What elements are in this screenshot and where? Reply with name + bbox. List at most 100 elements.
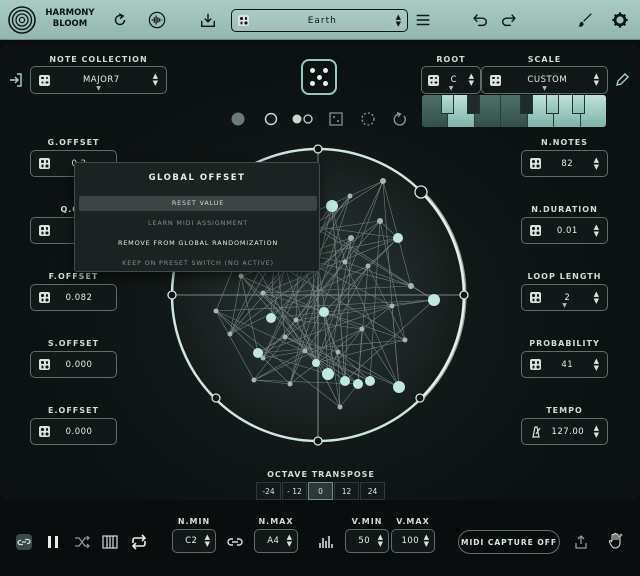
n-max-value: A4 [267, 536, 280, 546]
right-control-value: 2 [564, 292, 571, 303]
right-control-label: N.DURATION [531, 205, 598, 214]
note-dot [227, 331, 233, 337]
octave-option-button[interactable]: 0 [308, 482, 333, 500]
note-dot [326, 200, 338, 212]
upload-icon [575, 535, 587, 549]
up-down-arrows-icon[interactable]: ▲ ▼ [378, 534, 383, 548]
shuffle-button[interactable] [72, 532, 92, 552]
up-down-arrows-icon[interactable]: ▲ ▼ [287, 534, 292, 548]
dice-icon[interactable] [39, 426, 50, 437]
right-control-label: LOOP LENGTH [527, 272, 602, 281]
octave-option-button[interactable]: - 12 [282, 482, 307, 500]
right-control-value: 127.00 [551, 426, 585, 437]
note-dot [365, 263, 371, 269]
left-control-label: G.OFFSET [47, 138, 100, 147]
link-range-button[interactable] [225, 532, 245, 552]
note-dot [238, 273, 244, 279]
left-control-value: 0.082 [65, 292, 93, 303]
v-min-selector[interactable]: 50 ▲ ▼ [345, 529, 389, 553]
right-control-value: 82 [561, 158, 574, 169]
repeat-icon [131, 534, 147, 550]
menu-item-remove-randomization[interactable]: REMOVE FROM GLOBAL RANDOMIZATION [79, 236, 317, 251]
v-min-value: 50 [358, 536, 371, 546]
dice-icon[interactable] [530, 359, 541, 370]
pause-button[interactable] [43, 532, 63, 552]
note-dot [393, 381, 405, 393]
up-down-arrows-icon[interactable]: ▲ ▼ [594, 156, 599, 171]
right-control-field[interactable]: 2 ▲ ▼ ▼ [521, 284, 608, 311]
link-icon [16, 534, 32, 550]
loop-button[interactable] [128, 532, 150, 552]
dice-icon[interactable] [39, 225, 50, 236]
velocity-curve-button[interactable] [316, 532, 336, 552]
note-dot [347, 193, 353, 199]
note-dot [337, 404, 343, 410]
velocity-bars-icon [319, 536, 333, 548]
midi-capture-button[interactable]: MIDI CAPTURE OFF [458, 530, 560, 554]
n-min-selector[interactable]: C2 ▲ ▼ [172, 529, 216, 553]
up-down-arrows-icon[interactable]: ▲ ▼ [594, 424, 599, 439]
right-control-field[interactable]: 0.01 ▲ ▼ [521, 217, 608, 244]
keyboard-button[interactable] [100, 532, 120, 552]
hand-drag-icon [608, 532, 623, 549]
dice-icon[interactable] [39, 158, 50, 169]
note-dot [408, 283, 414, 289]
v-max-selector[interactable]: 100 ▲ ▼ [391, 529, 435, 553]
note-dot [266, 313, 276, 323]
note-dot [393, 233, 403, 243]
note-dot [348, 235, 354, 241]
right-control-field[interactable]: 41 ▲ ▼ [521, 351, 608, 378]
dice-icon[interactable] [530, 158, 541, 169]
octave-option-button[interactable]: -24 [256, 482, 281, 500]
note-dot [353, 379, 363, 389]
note-dot [335, 349, 341, 355]
right-control-value: 0.01 [556, 225, 578, 236]
note-dot [365, 376, 375, 386]
right-control-field[interactable]: 82 ▲ ▼ [521, 150, 608, 177]
up-down-arrows-icon[interactable]: ▲ ▼ [594, 357, 599, 372]
dice-icon[interactable] [530, 225, 541, 236]
up-down-arrows-icon[interactable]: ▲ ▼ [594, 290, 599, 305]
left-control-label: F.OFFSET [48, 272, 99, 281]
v-max-label: V.MAX [396, 517, 430, 526]
octave-option-button[interactable]: 24 [360, 482, 385, 500]
menu-item-reset-value[interactable]: RESET VALUE [79, 196, 317, 211]
dice-icon[interactable] [39, 292, 50, 303]
up-down-arrows-icon[interactable]: ▲ ▼ [594, 223, 599, 238]
right-control-field[interactable]: 127.00 ▲ ▼ [521, 418, 608, 445]
left-control-field[interactable]: 0.000 [30, 351, 117, 378]
note-dot [342, 259, 348, 265]
left-control-value: 0.000 [65, 359, 93, 370]
n-max-label: N.MAX [258, 517, 294, 526]
menu-item-keep-on-preset[interactable]: KEEP ON PRESET SWITCH (NO ACTIVE) [79, 256, 317, 271]
note-dot [402, 337, 408, 343]
dice-icon[interactable] [39, 359, 50, 370]
up-down-arrows-icon[interactable]: ▲ ▼ [205, 534, 210, 548]
dice-icon[interactable] [530, 292, 541, 303]
octave-option-button[interactable]: 12 [334, 482, 359, 500]
n-max-selector[interactable]: A4 ▲ ▼ [254, 529, 298, 553]
drag-midi-button[interactable] [605, 530, 627, 552]
link-button[interactable] [14, 532, 34, 552]
note-dot [251, 377, 257, 383]
export-button[interactable] [571, 532, 591, 552]
note-dot [312, 359, 320, 367]
note-dot [287, 381, 293, 387]
v-max-value: 100 [401, 536, 420, 546]
note-dot [282, 334, 288, 340]
note-dot [260, 290, 266, 296]
left-control-field[interactable]: 0.000 [30, 418, 117, 445]
left-control-label: E.OFFSET [48, 406, 99, 415]
note-dot [319, 307, 329, 317]
note-dot [322, 368, 334, 380]
context-menu: GLOBAL OFFSET RESET VALUE LEARN MIDI ASS… [74, 162, 320, 272]
menu-item-learn-midi[interactable]: LEARN MIDI ASSIGNMENT [79, 216, 317, 231]
metronome-icon[interactable] [530, 425, 542, 438]
up-down-arrows-icon[interactable]: ▲ ▼ [424, 534, 429, 548]
right-control-value: 41 [561, 359, 574, 370]
v-min-label: V.MIN [351, 517, 383, 526]
left-control-field[interactable]: 0.082 [30, 284, 117, 311]
chevron-down-icon: ▼ [562, 302, 567, 309]
pause-icon [48, 536, 58, 548]
octave-transpose-buttons: -24- 12 0 12 24 [256, 482, 386, 500]
